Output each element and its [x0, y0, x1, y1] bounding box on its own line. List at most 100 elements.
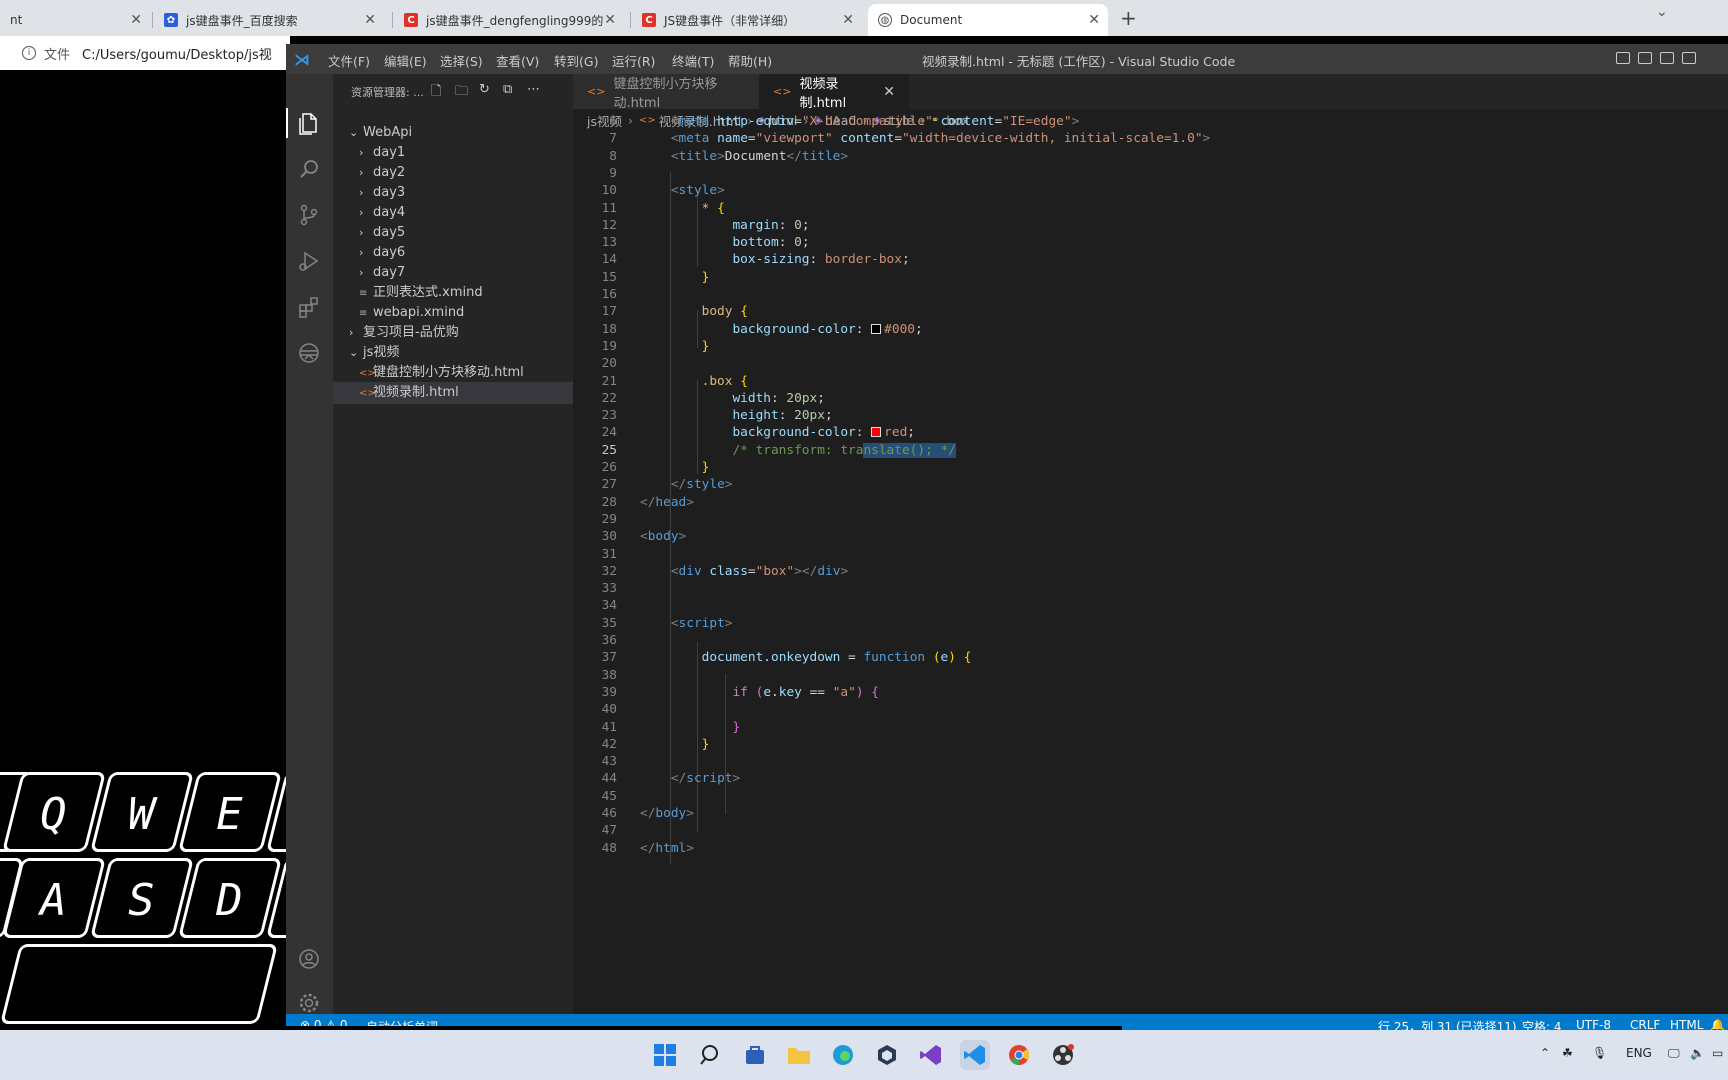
code-text[interactable]: <title>Document</title> [640, 147, 848, 166]
explorer-item[interactable]: <>视频录制.html [333, 382, 573, 404]
explorer-item[interactable]: ≡ 正则表达式.xmind [333, 282, 573, 304]
code-line[interactable]: 26 } [573, 458, 1728, 477]
code-text[interactable]: } [640, 718, 740, 737]
code-line[interactable]: 31 [573, 545, 1728, 564]
code-text[interactable]: .box { [640, 372, 748, 391]
code-line[interactable]: 6 <meta http-equiv="X-UA-Compatible" con… [573, 112, 1728, 131]
menu-view[interactable]: 查看(V) [496, 51, 539, 70]
explorer-item[interactable]: › day6 [333, 242, 573, 264]
code-line[interactable]: 46 </body> [573, 804, 1728, 823]
code-text[interactable]: bottom: 0; [640, 233, 809, 252]
menu-selection[interactable]: 选择(S) [440, 51, 483, 70]
explorer-item[interactable]: › day2 [333, 162, 573, 184]
remote-explorer-icon[interactable] [296, 340, 322, 366]
refresh-icon[interactable]: ↻ [479, 82, 490, 97]
menu-terminal[interactable]: 终端(T) [672, 51, 714, 70]
volume-icon[interactable]: 🔈 [1690, 1046, 1705, 1060]
tab-video-html[interactable]: <> 视频录制.html ✕ [759, 74, 909, 111]
vscode-icon[interactable] [960, 1040, 990, 1070]
code-line[interactable]: 7 <meta name="viewport" content="width=d… [573, 129, 1728, 148]
explorer-item[interactable]: › day4 [333, 202, 573, 224]
code-line[interactable]: 23 height: 20px; [573, 406, 1728, 425]
extensions-icon[interactable] [296, 294, 322, 320]
code-line[interactable]: 40 [573, 700, 1728, 719]
new-folder-icon[interactable]: 🗀 [455, 82, 468, 104]
code-text[interactable]: background-color: #000; [640, 320, 922, 339]
code-text[interactable]: * { [640, 199, 725, 218]
code-text[interactable]: } [640, 735, 710, 754]
explorer-item[interactable]: › day7 [333, 262, 573, 284]
code-text[interactable]: if (e.key == "a") { [640, 683, 879, 702]
more-actions-icon[interactable]: ⋯ [527, 82, 540, 97]
code-line[interactable]: 14 box-sizing: border-box; [573, 250, 1728, 269]
close-icon[interactable]: ✕ [604, 12, 616, 28]
chrome-icon[interactable] [1004, 1040, 1034, 1070]
store-icon[interactable] [740, 1040, 770, 1070]
code-text[interactable]: <div class="box"></div> [640, 562, 848, 581]
code-line[interactable]: 37 document.onkeydown = function (e) { [573, 648, 1728, 667]
chevron-down-icon[interactable]: ⌄ [1656, 4, 1668, 20]
browser-tab-4[interactable]: C JS键盘事件（非常详细） ✕ [632, 4, 862, 36]
code-text[interactable]: <meta http-equiv="X-UA-Compatible" conte… [640, 112, 1079, 131]
code-line[interactable]: 16 [573, 285, 1728, 304]
code-text[interactable]: height: 20px; [640, 406, 832, 425]
code-line[interactable]: 43 [573, 752, 1728, 771]
code-text[interactable]: document.onkeydown = function (e) { [640, 648, 972, 667]
code-text[interactable]: </html> [640, 839, 694, 858]
code-line[interactable]: 29 [573, 510, 1728, 529]
monitor-icon[interactable]: 🖵 [1668, 1046, 1680, 1061]
windows-start-icon[interactable] [650, 1040, 680, 1070]
explorer-item[interactable]: › 复习项目-品优购 [333, 322, 573, 344]
code-line[interactable]: 47 [573, 821, 1728, 840]
menu-run[interactable]: 运行(R) [612, 51, 655, 70]
close-icon[interactable]: ✕ [842, 12, 854, 28]
code-line[interactable]: 19 } [573, 337, 1728, 356]
chevron-up-icon[interactable]: ⌃ [1540, 1046, 1550, 1060]
code-line[interactable]: 33 [573, 579, 1728, 598]
obs-icon[interactable] [1048, 1040, 1078, 1070]
close-icon[interactable]: ✕ [1088, 12, 1100, 28]
code-line[interactable]: 10 <style> [573, 181, 1728, 200]
folder-icon[interactable] [784, 1040, 814, 1070]
address-bar[interactable]: i 文件 C:/Users/goumu/Desktop/js视 [0, 36, 290, 70]
code-line[interactable]: 32 <div class="box"></div> [573, 562, 1728, 581]
menu-go[interactable]: 转到(G) [554, 51, 598, 70]
code-text[interactable]: </body> [640, 804, 694, 823]
virtualbox-icon[interactable] [872, 1040, 902, 1070]
code-line[interactable]: 39 if (e.key == "a") { [573, 683, 1728, 702]
search-icon[interactable] [696, 1040, 726, 1070]
code-text[interactable]: <body> [640, 527, 686, 546]
network-app-icon[interactable]: ☘ [1562, 1046, 1573, 1060]
toggle-panel-icon[interactable] [1638, 52, 1652, 64]
code-text[interactable]: <meta name="viewport" content="width=dev… [640, 129, 1210, 148]
code-line[interactable]: 27 </style> [573, 475, 1728, 494]
code-text[interactable]: width: 20px; [640, 389, 825, 408]
explorer-item[interactable]: ⌄ js视频 [333, 342, 573, 364]
code-text[interactable]: } [640, 458, 710, 477]
explorer-item[interactable]: › day3 [333, 182, 573, 204]
language-indicator[interactable]: ENG [1626, 1046, 1652, 1060]
code-line[interactable]: 36 [573, 631, 1728, 650]
code-text[interactable]: </script> [640, 769, 740, 788]
battery-icon[interactable]: ▭ [1712, 1046, 1723, 1060]
code-line[interactable]: 12 margin: 0; [573, 216, 1728, 235]
browser-tab-3[interactable]: C js键盘事件_dengfengling999的 ✕ [394, 4, 624, 36]
code-text[interactable]: </style> [640, 475, 733, 494]
code-line[interactable]: 20 [573, 354, 1728, 373]
menu-help[interactable]: 帮助(H) [728, 51, 772, 70]
code-text[interactable]: </head> [640, 493, 694, 512]
browser-tab-5[interactable]: ◍ Document ✕ [868, 4, 1108, 36]
search-icon[interactable] [296, 156, 322, 182]
code-line[interactable]: 8 <title>Document</title> [573, 147, 1728, 166]
code-text[interactable]: box-sizing: border-box; [640, 250, 909, 269]
code-line[interactable]: 35 <script> [573, 614, 1728, 633]
new-tab-button[interactable]: + [1120, 6, 1137, 30]
menu-edit[interactable]: 编辑(E) [384, 51, 427, 70]
code-line[interactable]: 48 </html> [573, 839, 1728, 858]
close-icon[interactable]: ✕ [883, 84, 895, 100]
code-line[interactable]: 21 .box { [573, 372, 1728, 391]
code-line[interactable]: 15 } [573, 268, 1728, 287]
code-line[interactable]: 45 [573, 787, 1728, 806]
browser-tab-1[interactable]: nt ✕ [0, 4, 150, 36]
close-icon[interactable]: ✕ [364, 12, 376, 28]
